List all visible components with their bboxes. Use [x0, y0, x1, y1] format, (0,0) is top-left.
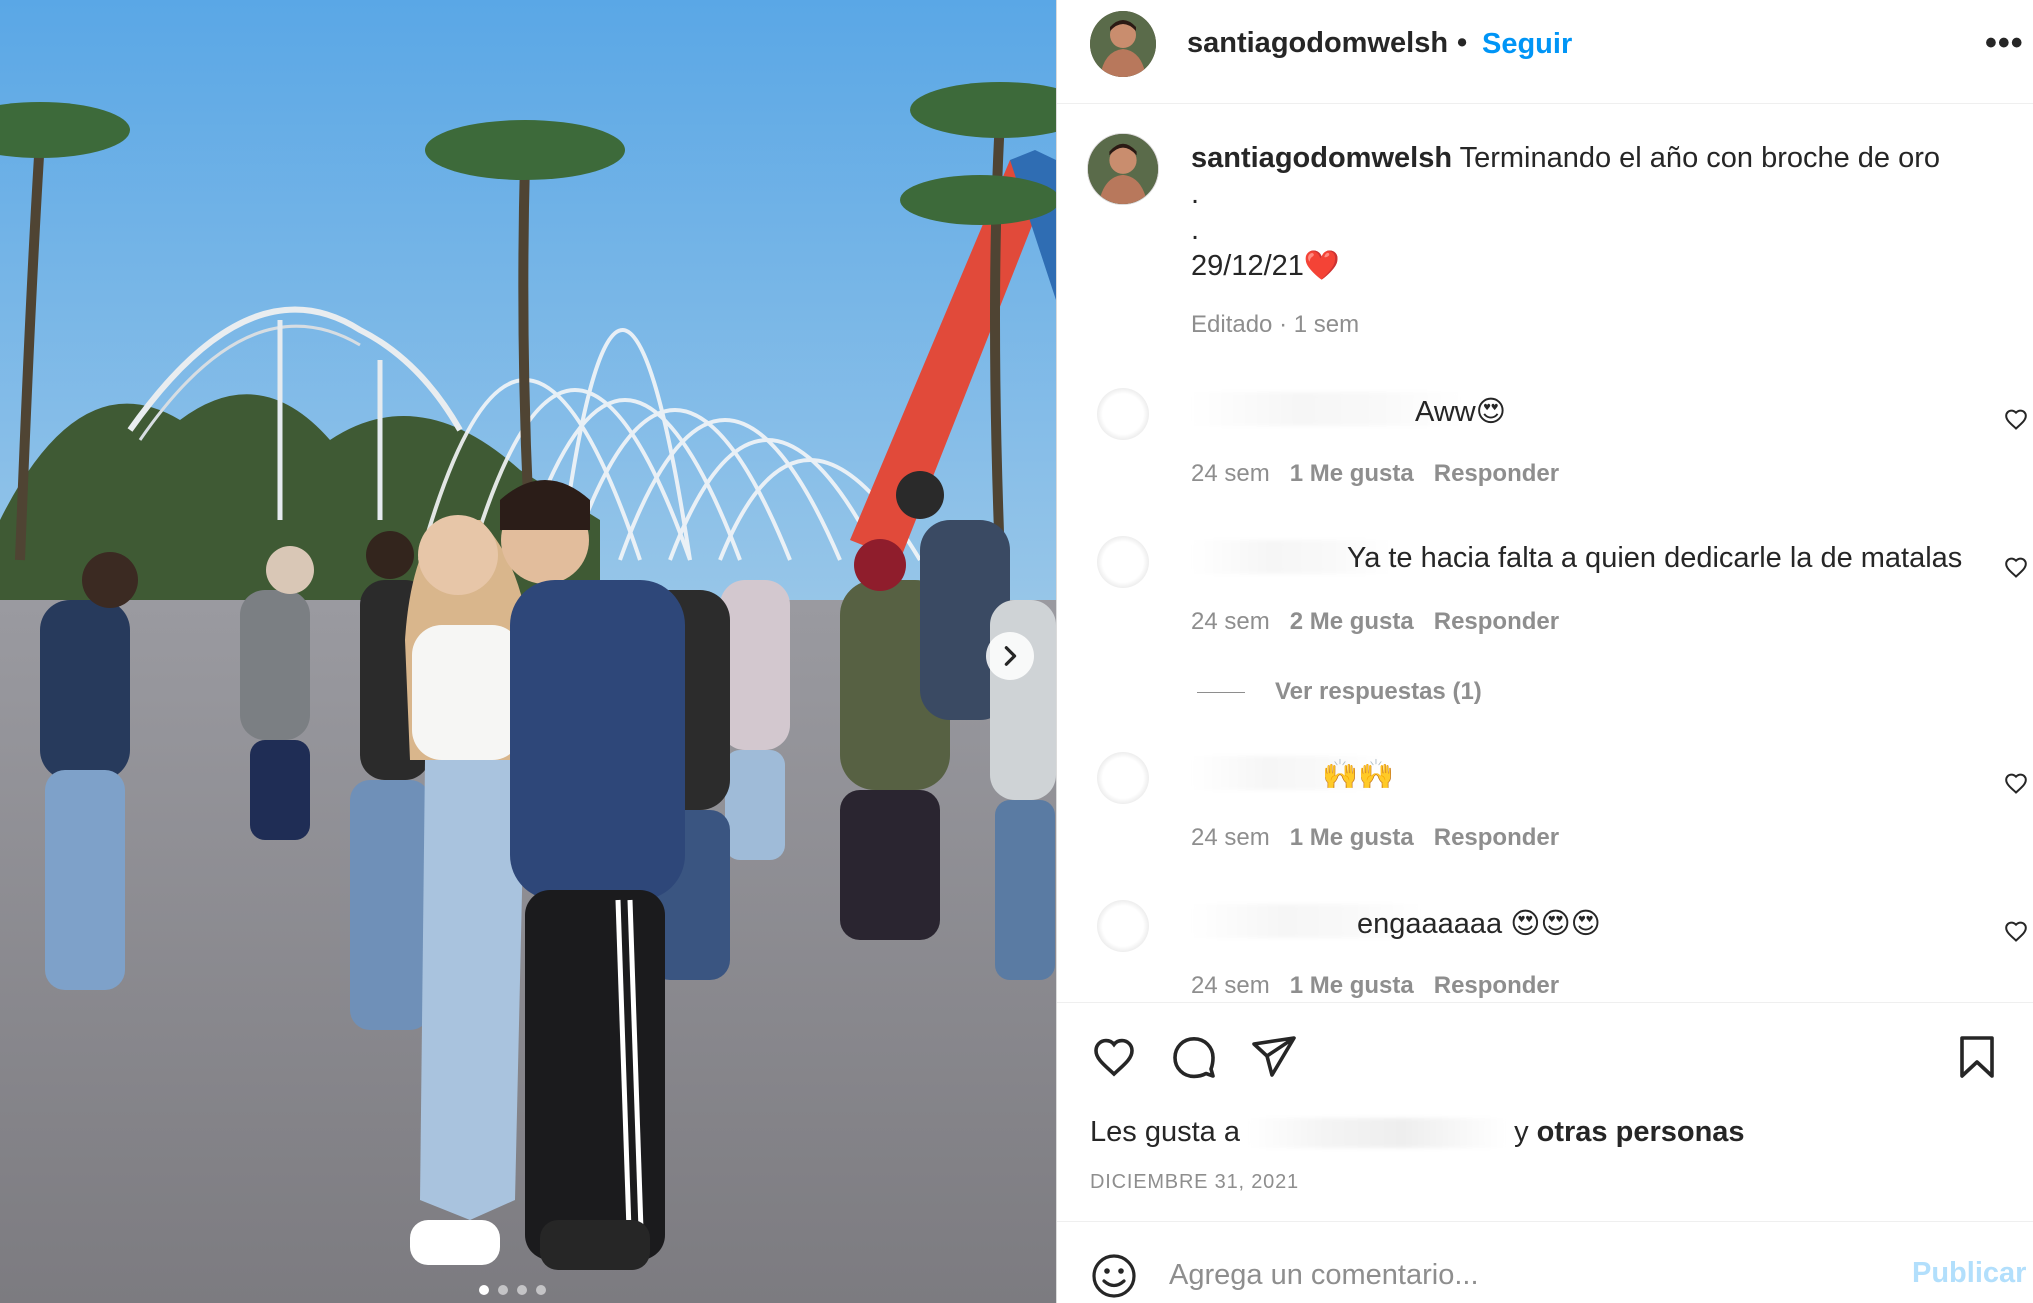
carousel-indicator — [479, 1285, 546, 1295]
comment-likes[interactable]: 1 Me gusta — [1290, 972, 1414, 999]
comment-text: Aww😍 — [1415, 396, 1506, 428]
commenter-avatar[interactable] — [1097, 536, 1149, 588]
carousel-dot — [536, 1285, 546, 1295]
caption-username[interactable]: santiagodomwelsh — [1191, 142, 1452, 174]
comment-text: Ya te hacia falta a quien dedicarle la d… — [1347, 542, 1963, 574]
comment-time: 24 sem — [1191, 824, 1270, 851]
header-separator: • — [1457, 27, 1468, 59]
emoji-icon[interactable] — [1090, 1252, 1138, 1300]
comment-text: 🙌🙌 — [1322, 759, 1395, 791]
publish-button[interactable]: Publicar — [1912, 1257, 2026, 1290]
view-replies-button[interactable]: Ver respuestas (1) — [1197, 678, 1482, 706]
avatar-image — [1090, 11, 1156, 77]
more-icon[interactable]: ••• — [1985, 24, 2024, 63]
photo-image — [0, 0, 1056, 1303]
likes-others[interactable]: otras personas — [1537, 1116, 1745, 1148]
chevron-right-icon — [1004, 646, 1017, 666]
add-comment-bar: Publicar — [1057, 1221, 2033, 1303]
likes-prefix: Les gusta a — [1090, 1116, 1240, 1148]
comment-likes[interactable]: 1 Me gusta — [1290, 460, 1414, 487]
carousel-dot — [479, 1285, 489, 1295]
comment-meta: 24 sem 2 Me gusta Responder — [1191, 608, 1579, 636]
redacted-liker — [1248, 1118, 1507, 1149]
caption-line: 29/12/21❤️ — [1191, 250, 1340, 282]
reply-button[interactable]: Responder — [1434, 972, 1559, 999]
caption-line: . — [1191, 214, 1200, 246]
caption-avatar[interactable] — [1087, 133, 1159, 205]
commenter-avatar[interactable] — [1097, 388, 1149, 440]
post-date: DICIEMBRE 31, 2021 — [1090, 1171, 1299, 1193]
share-icon[interactable] — [1250, 1033, 1298, 1081]
comment-text: engaaaaaa 😍😍😍 — [1357, 908, 1601, 940]
comment-likes[interactable]: 2 Me gusta — [1290, 608, 1414, 635]
comment-input[interactable] — [1169, 1250, 1869, 1300]
comment-meta: 24 sem 1 Me gusta Responder — [1191, 824, 1579, 852]
caption-meta: Editado · 1 sem — [1191, 311, 1360, 338]
comment-likes[interactable]: 1 Me gusta — [1290, 824, 1414, 851]
comment-meta: 24 sem 1 Me gusta Responder — [1191, 460, 1579, 488]
comment-time: 24 sem — [1191, 460, 1270, 487]
follow-button[interactable]: Seguir — [1482, 28, 1572, 61]
post-header: santiagodomwelsh • Seguir ••• — [1057, 0, 2033, 104]
avatar-image — [1088, 134, 1158, 204]
reply-button[interactable]: Responder — [1434, 824, 1559, 851]
carousel-dot — [517, 1285, 527, 1295]
comment-time: 24 sem — [1191, 608, 1270, 635]
bookmark-icon[interactable] — [1953, 1033, 2001, 1081]
comment-icon[interactable] — [1170, 1033, 1218, 1081]
heart-icon[interactable] — [1090, 1033, 1138, 1081]
post-photo[interactable] — [0, 0, 1056, 1303]
comment-meta: 24 sem 1 Me gusta Responder — [1191, 972, 1579, 1000]
post-details-panel: santiagodomwelsh • Seguir ••• santiagodo… — [1056, 0, 2033, 1303]
caption-text: Terminando el año con broche de oro — [1459, 142, 1941, 174]
comment-time: 24 sem — [1191, 972, 1270, 999]
heart-icon[interactable] — [2004, 920, 2028, 944]
author-username[interactable]: santiagodomwelsh — [1187, 27, 1448, 60]
commenter-avatar[interactable] — [1097, 752, 1149, 804]
post-caption: santiagodomwelsh Terminando el año con b… — [1191, 140, 2011, 284]
likes-suffix: y — [1514, 1116, 1529, 1148]
carousel-next-button[interactable] — [986, 632, 1034, 680]
likes-summary[interactable]: Les gusta a y otras personas — [1090, 1116, 1745, 1149]
post-actions: Les gusta a y otras personas DICIEMBRE 3… — [1057, 1002, 2033, 1222]
view-replies-label: Ver respuestas (1) — [1275, 678, 1482, 705]
caption-line: . — [1191, 178, 1200, 210]
reply-button[interactable]: Responder — [1434, 608, 1559, 635]
heart-icon[interactable] — [2004, 556, 2028, 580]
heart-icon[interactable] — [2004, 772, 2028, 796]
author-avatar[interactable] — [1090, 11, 1156, 77]
commenter-avatar[interactable] — [1097, 900, 1149, 952]
reply-button[interactable]: Responder — [1434, 460, 1559, 487]
heart-icon[interactable] — [2004, 408, 2028, 432]
carousel-dot — [498, 1285, 508, 1295]
replies-divider — [1197, 692, 1245, 694]
